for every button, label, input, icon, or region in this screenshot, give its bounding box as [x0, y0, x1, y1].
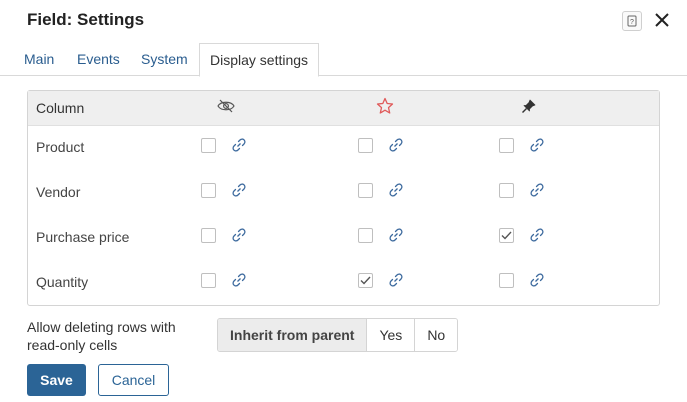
option-yes[interactable]: Yes: [366, 319, 415, 351]
option-inherit-from-parent[interactable]: Inherit from parent: [218, 319, 367, 351]
hidden-eye-icon: [217, 97, 235, 115]
required-checkbox[interactable]: [358, 138, 373, 153]
cancel-button[interactable]: Cancel: [98, 364, 169, 396]
link-icon[interactable]: [529, 182, 545, 198]
svg-text:?: ?: [630, 19, 634, 26]
delete-rows-segmented-control: Inherit from parent Yes No: [217, 318, 459, 352]
link-icon[interactable]: [231, 182, 247, 198]
tab-display-settings[interactable]: Display settings: [199, 43, 320, 77]
visibility-checkbox[interactable]: [201, 228, 216, 243]
pin-checkbox[interactable]: [499, 183, 514, 198]
grid-row-purchase-price: Purchase price: [28, 216, 659, 261]
link-icon[interactable]: [231, 272, 247, 288]
columns-grid: Column Product Vendor Purchase price Qua…: [27, 90, 660, 306]
tab-system[interactable]: System: [141, 43, 188, 76]
help-button[interactable]: ?: [622, 11, 642, 31]
row-label: Vendor: [36, 184, 81, 200]
visibility-checkbox[interactable]: [201, 183, 216, 198]
row-label: Quantity: [36, 274, 89, 290]
link-icon[interactable]: [388, 182, 404, 198]
required-checkbox[interactable]: [358, 183, 373, 198]
column-header-label: Column: [36, 100, 85, 116]
option-no[interactable]: No: [414, 319, 458, 351]
row-label: Purchase price: [36, 229, 130, 245]
required-checkbox[interactable]: [358, 228, 373, 243]
grid-row-product: Product: [28, 126, 659, 171]
link-icon[interactable]: [529, 227, 545, 243]
grid-header: Column: [28, 91, 659, 126]
visibility-checkbox[interactable]: [201, 138, 216, 153]
required-checkbox[interactable]: [358, 273, 373, 288]
pin-checkbox[interactable]: [499, 228, 514, 243]
row-label: Product: [36, 139, 85, 155]
link-icon[interactable]: [388, 272, 404, 288]
dialog-title: Field: Settings: [27, 10, 145, 29]
star-icon: [376, 97, 394, 115]
tab-events[interactable]: Events: [77, 43, 120, 76]
help-icon: ?: [627, 15, 637, 27]
tab-bar: Main Events System Display settings: [0, 43, 687, 77]
link-icon[interactable]: [231, 137, 247, 153]
pin-checkbox[interactable]: [499, 273, 514, 288]
grid-row-quantity: Quantity: [28, 261, 659, 306]
pin-checkbox[interactable]: [499, 138, 514, 153]
tab-main[interactable]: Main: [24, 43, 54, 76]
close-icon: [655, 13, 669, 27]
link-icon[interactable]: [388, 227, 404, 243]
close-button[interactable]: [651, 9, 673, 31]
checkmark-icon: [360, 276, 371, 285]
link-icon[interactable]: [388, 137, 404, 153]
link-icon[interactable]: [231, 227, 247, 243]
delete-rows-option-label: Allow deleting rows with read-only cells: [27, 319, 176, 353]
grid-row-vendor: Vendor: [28, 171, 659, 216]
checkmark-icon: [501, 231, 512, 240]
save-button[interactable]: Save: [27, 364, 86, 396]
pin-icon: [520, 97, 538, 115]
visibility-checkbox[interactable]: [201, 273, 216, 288]
link-icon[interactable]: [529, 272, 545, 288]
link-icon[interactable]: [529, 137, 545, 153]
